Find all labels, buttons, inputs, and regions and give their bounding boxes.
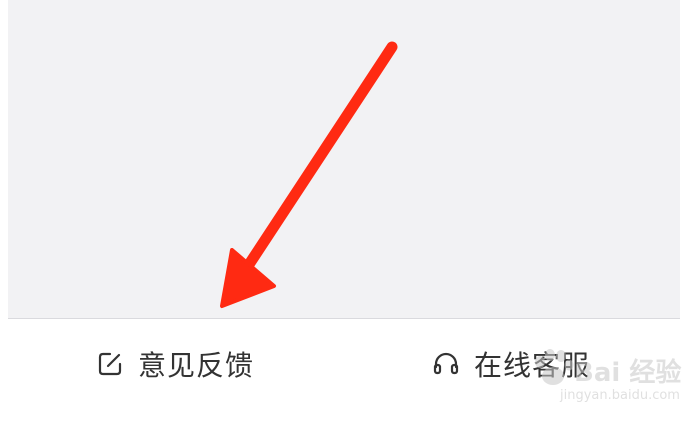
paw-logo-icon — [535, 349, 574, 385]
page: 意见反馈 在线客服 Bai 经验 jingyan.baidu.com — [0, 0, 692, 422]
edit-icon — [96, 350, 124, 378]
headset-icon — [432, 350, 460, 378]
feedback-button[interactable]: 意见反馈 — [96, 346, 254, 382]
watermark-brand: Bai 经验 — [574, 358, 682, 388]
content-area — [8, 0, 680, 318]
feedback-label: 意见反馈 — [138, 349, 255, 382]
watermark-url: jingyan.baidu.com — [560, 388, 680, 403]
watermark: Bai 经验 jingyan.baidu.com — [520, 340, 690, 420]
